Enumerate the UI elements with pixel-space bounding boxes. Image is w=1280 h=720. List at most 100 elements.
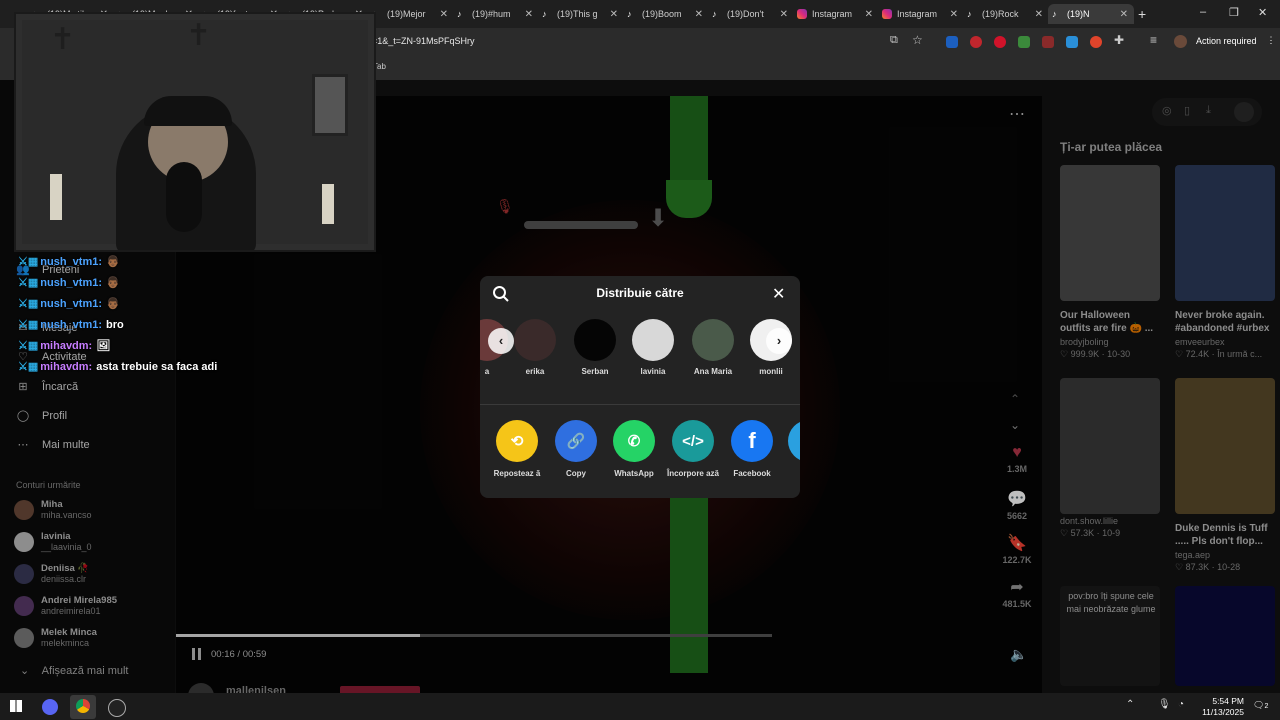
clock-time: 5:54 PM bbox=[1212, 696, 1244, 706]
browser-tab[interactable]: Instagram ✕ bbox=[878, 4, 964, 24]
avatar bbox=[574, 319, 616, 361]
webcam-overlay: ✝ ✝ bbox=[14, 12, 376, 252]
windows-start-icon[interactable] bbox=[10, 700, 22, 712]
browser-tab[interactable]: ♪ (19)N ✕ bbox=[1048, 4, 1134, 24]
share-contact[interactable]: erika bbox=[506, 319, 564, 376]
gothic-cross-icon: ✝ bbox=[186, 19, 212, 52]
chevron-left-icon[interactable]: ‹ bbox=[488, 328, 514, 354]
chat-badge-icon: ⚔▦ bbox=[18, 319, 39, 331]
chat-text: 👨🏾 bbox=[106, 277, 120, 289]
tray-chevron-icon[interactable]: ⌃ bbox=[1126, 699, 1134, 710]
action-required-label: Action required bbox=[1196, 35, 1257, 46]
repost-icon: ⟲ bbox=[496, 420, 538, 462]
chat-text: 👨🏾 bbox=[106, 298, 120, 310]
share-option[interactable]: 🔗 Copy bbox=[547, 420, 605, 479]
wifi-icon[interactable]: ◔ bbox=[1178, 699, 1184, 710]
browser-tab[interactable]: ♪ (19)This g ✕ bbox=[538, 4, 624, 24]
chat-text: asta trebuie sa faca adi bbox=[96, 361, 218, 373]
modal-divider bbox=[480, 404, 800, 405]
extension-icon[interactable] bbox=[1042, 36, 1054, 48]
browser-tab[interactable]: ♪ (19)Boom ✕ bbox=[623, 4, 709, 24]
streamer-cap bbox=[144, 96, 232, 126]
share-option-label: Facebook bbox=[733, 469, 771, 478]
chat-username: nush_vtm1: bbox=[40, 277, 103, 289]
share-option[interactable]: ✆ WhatsApp bbox=[605, 420, 663, 479]
share-contact[interactable]: lavinia bbox=[624, 319, 682, 376]
window-close-button[interactable]: ✕ bbox=[1258, 6, 1267, 19]
contact-name: monlii bbox=[759, 367, 783, 376]
close-tab-icon[interactable]: ✕ bbox=[525, 9, 533, 20]
close-tab-icon[interactable]: ✕ bbox=[950, 9, 958, 20]
chrome-icon bbox=[76, 699, 90, 713]
obs-taskbar-icon[interactable] bbox=[108, 699, 126, 717]
share-contact[interactable]: Serban bbox=[566, 319, 624, 376]
telegram-icon: ➤ bbox=[788, 420, 800, 462]
clock-date: 11/13/2025 bbox=[1202, 707, 1244, 717]
new-tab-button[interactable]: + bbox=[1138, 6, 1146, 22]
extension-icon[interactable] bbox=[1018, 36, 1030, 48]
extension-icon[interactable] bbox=[1090, 36, 1102, 48]
chat-text: 👨🏾 bbox=[106, 256, 120, 268]
browser-tab[interactable]: ♪ (19)#hum ✕ bbox=[453, 4, 539, 24]
instagram-icon bbox=[797, 9, 807, 19]
close-tab-icon[interactable]: ✕ bbox=[610, 9, 618, 20]
extension-icon[interactable] bbox=[970, 36, 982, 48]
window-restore-button[interactable]: ❐ bbox=[1229, 6, 1239, 19]
share-option[interactable]: ➤ Te bbox=[780, 420, 800, 479]
discord-taskbar-icon[interactable] bbox=[42, 699, 58, 715]
chat-message: ⚔▦ nush_vtm1: 👨🏾 bbox=[18, 252, 217, 273]
avatar bbox=[514, 319, 556, 361]
share-option[interactable]: </> Încorpore ază bbox=[664, 420, 722, 479]
chat-message: ⚔▦ nush_vtm1: 👨🏾 bbox=[18, 273, 217, 294]
candle-icon bbox=[50, 174, 62, 220]
extension-icon[interactable] bbox=[946, 36, 958, 48]
chat-badge-icon: ⚔▦ bbox=[18, 361, 39, 373]
browser-tab[interactable]: ♪ (19)Rock ✕ bbox=[963, 4, 1049, 24]
tab-title: Instagram bbox=[897, 9, 938, 19]
close-tab-icon[interactable]: ✕ bbox=[1035, 9, 1043, 20]
close-tab-icon[interactable]: ✕ bbox=[1120, 9, 1128, 20]
avatar bbox=[632, 319, 674, 361]
reading-list-icon[interactable]: ≡ bbox=[1150, 33, 1157, 47]
share-option-label: Te bbox=[780, 468, 800, 479]
share-modal-title: Distribuie către bbox=[596, 286, 684, 300]
share-modal: Distribuie către ✕ a erika Serban lavinia An… bbox=[480, 276, 800, 498]
tiktok-icon: ♪ bbox=[1052, 9, 1057, 19]
contact-name: lavinia bbox=[640, 367, 666, 376]
share-option[interactable]: f Facebook bbox=[723, 420, 781, 479]
extension-icon[interactable] bbox=[1066, 36, 1078, 48]
gothic-cross-icon: ✝ bbox=[50, 23, 76, 56]
share-contact[interactable]: Ana Maria bbox=[684, 319, 742, 376]
contact-name: erika bbox=[525, 367, 545, 376]
chat-text: bro bbox=[106, 319, 124, 331]
close-icon[interactable]: ✕ bbox=[772, 284, 785, 304]
taskbar bbox=[0, 693, 1280, 720]
window-minimize-button[interactable]: – bbox=[1200, 6, 1206, 18]
taskbar-clock[interactable]: 5:54 PM 11/13/2025 bbox=[1196, 696, 1244, 718]
share-option[interactable]: ⟲ Reposteaz ă bbox=[488, 420, 546, 479]
url-field[interactable]: =1&_t=ZN-91MsPFqSHry bbox=[372, 36, 475, 46]
tab-title: (19)N bbox=[1067, 9, 1090, 19]
profile-avatar[interactable] bbox=[1174, 35, 1187, 48]
contact-name: Ana Maria bbox=[693, 367, 733, 376]
browser-tab[interactable]: ♪ (19)Don't ✕ bbox=[708, 4, 794, 24]
extension-icon[interactable] bbox=[994, 36, 1006, 48]
chat-badge-icon: ⚔▦ bbox=[18, 340, 39, 352]
close-tab-icon[interactable]: ✕ bbox=[865, 9, 873, 20]
bookmark-star-icon[interactable]: ☆ bbox=[912, 33, 923, 47]
action-required-button[interactable]: Action required ⋮ bbox=[1196, 35, 1276, 46]
notification-icon[interactable]: 🗨2 bbox=[1253, 700, 1268, 711]
close-tab-icon[interactable]: ✕ bbox=[780, 9, 788, 20]
microphone-tray-icon[interactable]: 🎙 bbox=[1158, 699, 1171, 710]
close-tab-icon[interactable]: ✕ bbox=[695, 9, 703, 20]
chat-message: ⚔▦ nush_vtm1: bro bbox=[18, 315, 217, 336]
browser-tab[interactable]: Instagram ✕ bbox=[793, 4, 879, 24]
lantern-icon bbox=[312, 74, 348, 136]
chevron-right-icon[interactable]: › bbox=[766, 328, 792, 354]
extensions-puzzle-icon[interactable]: ✚ bbox=[1114, 33, 1124, 47]
tab-title: (19)Boom bbox=[642, 9, 682, 19]
tab-title: (19)#hum bbox=[472, 9, 511, 19]
install-icon[interactable]: ⧉ bbox=[890, 34, 898, 47]
close-tab-icon[interactable]: ✕ bbox=[440, 9, 448, 20]
browser-tab[interactable]: ♪(19)Mejor✕ bbox=[368, 4, 454, 24]
